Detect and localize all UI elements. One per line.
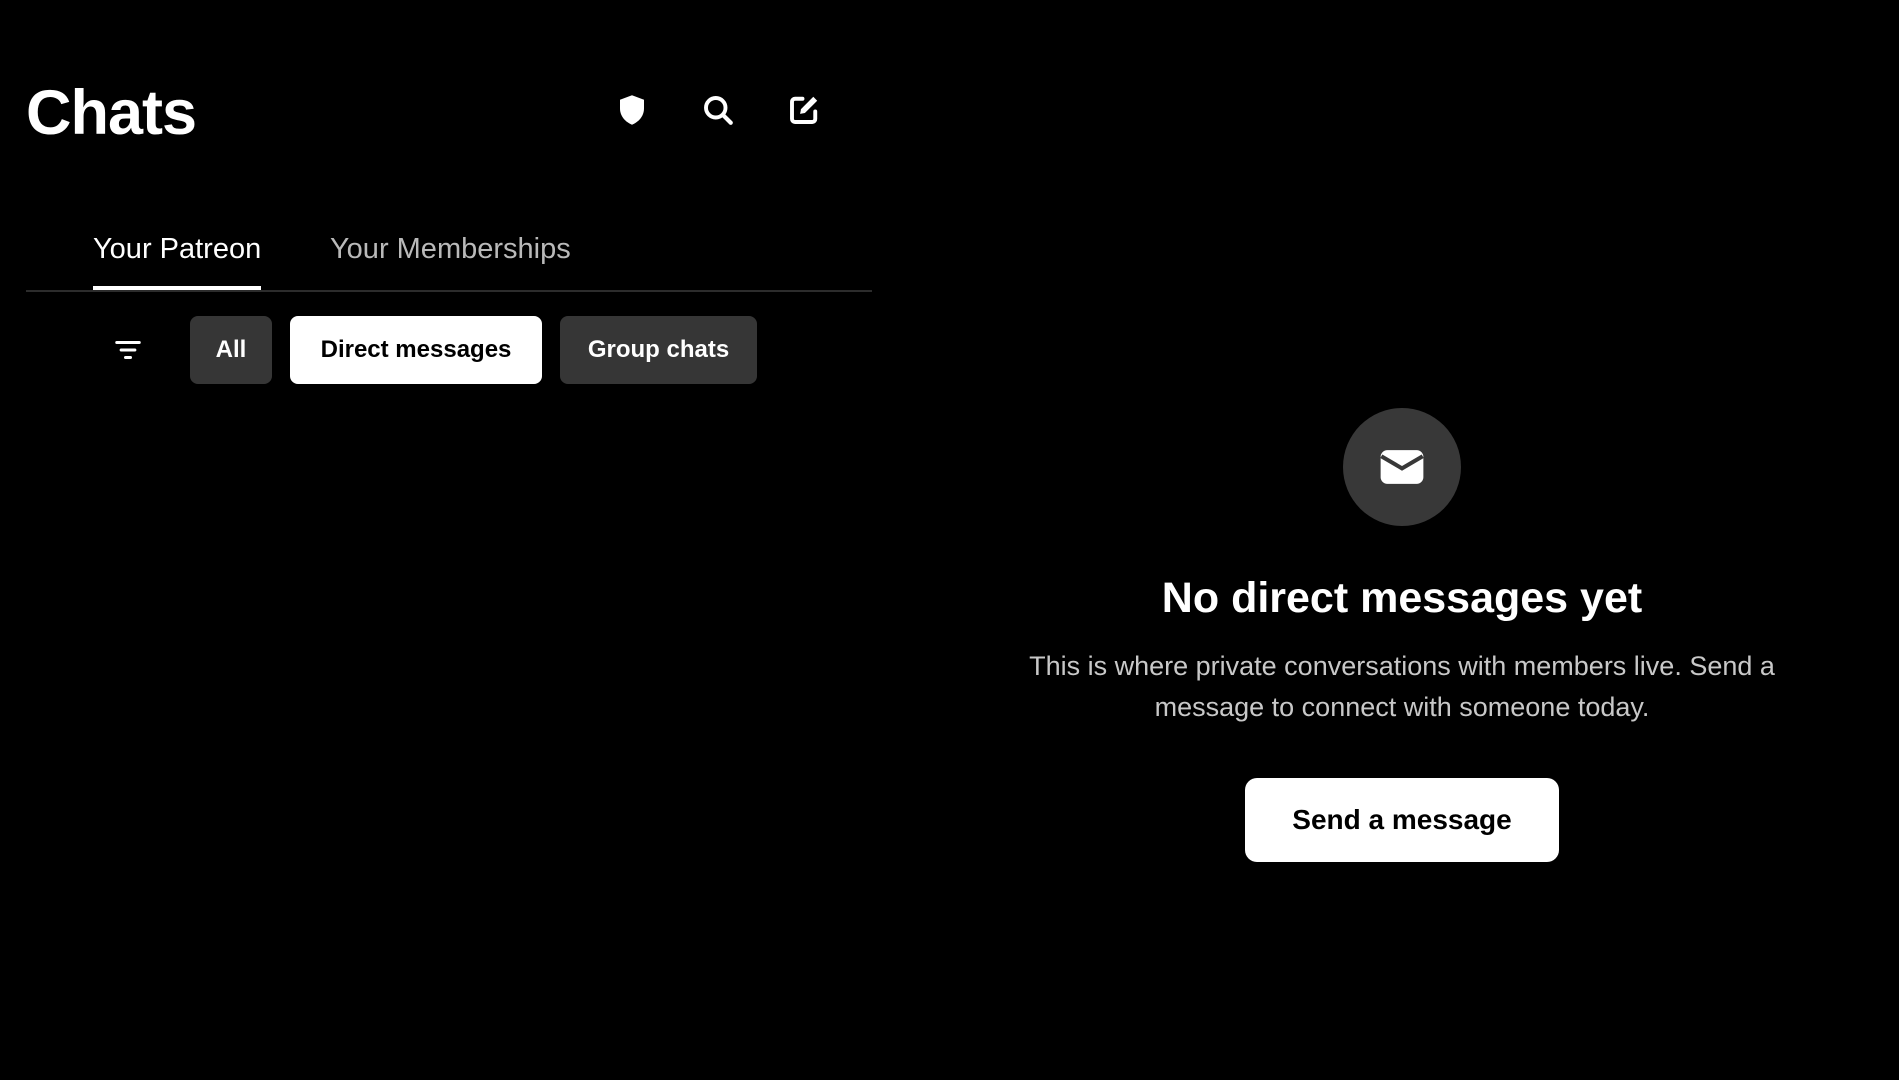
empty-state-icon-circle <box>1343 408 1461 526</box>
tab-bar: Your Patreon Your Memberships <box>26 222 872 292</box>
shield-icon <box>620 95 644 125</box>
page-title: Chats <box>26 78 197 148</box>
search-icon <box>704 96 733 125</box>
filter-chip-all[interactable]: All <box>190 316 272 384</box>
search-button[interactable] <box>698 90 738 130</box>
empty-state-title: No direct messages yet <box>1161 574 1643 622</box>
header-actions <box>612 90 824 130</box>
compose-icon <box>790 96 818 124</box>
safety-button[interactable] <box>612 90 652 130</box>
chats-app: Chats Your Patreon Your Memberships All … <box>0 0 1899 1080</box>
tab-your-patreon[interactable]: Your Patreon <box>93 230 262 290</box>
filter-chip-direct-messages[interactable]: Direct messages <box>290 316 542 384</box>
chat-list-panel: Chats Your Patreon Your Memberships All … <box>0 0 872 1080</box>
compose-button[interactable] <box>784 90 824 130</box>
filter-bar: All Direct messages Group chats <box>108 316 757 384</box>
filter-button[interactable] <box>108 330 148 370</box>
filter-chip-group-chats[interactable]: Group chats <box>560 316 757 384</box>
empty-state: No direct messages yet This is where pri… <box>950 408 1854 862</box>
filter-icon <box>115 341 141 359</box>
empty-state-description: This is where private conversations with… <box>1029 651 1775 722</box>
envelope-icon <box>1380 450 1424 484</box>
send-message-button[interactable]: Send a message <box>1245 778 1559 862</box>
tab-your-memberships[interactable]: Your Memberships <box>330 230 571 286</box>
